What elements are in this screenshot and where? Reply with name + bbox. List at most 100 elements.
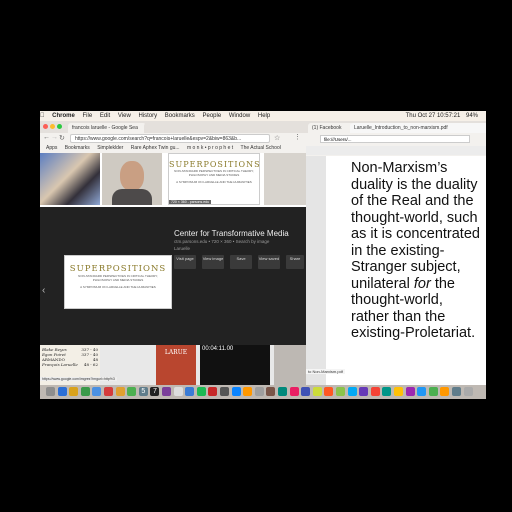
pdf-url[interactable]: file:///Users/... bbox=[320, 135, 470, 143]
dock-app-icon[interactable] bbox=[417, 387, 427, 396]
dock-app-icon[interactable] bbox=[452, 387, 461, 396]
address-toolbar: ← → ↻ https://www.google.com/search?q=fr… bbox=[40, 133, 306, 144]
dock-app-icon[interactable] bbox=[46, 387, 55, 396]
visit-page-button[interactable]: Visit page bbox=[174, 255, 196, 269]
dock-app-icon[interactable] bbox=[394, 387, 403, 396]
dock-app-icon[interactable] bbox=[428, 387, 438, 396]
dock-app-icon[interactable] bbox=[278, 387, 287, 396]
menu-bookmarks[interactable]: Bookmarks bbox=[165, 113, 195, 119]
dock-app-icon[interactable] bbox=[220, 387, 229, 396]
result-tag: Laruelle bbox=[174, 246, 191, 251]
person-thumb[interactable] bbox=[274, 345, 306, 385]
dock-app-icon[interactable] bbox=[301, 387, 311, 396]
view-image-button[interactable]: View image bbox=[202, 255, 224, 269]
url-input[interactable]: https://www.google.com/search?q=francois… bbox=[70, 134, 270, 143]
menu-dots-icon[interactable]: ⋮ bbox=[294, 133, 301, 141]
dock-app-icon[interactable] bbox=[104, 387, 113, 396]
dock-app-icon[interactable] bbox=[359, 387, 369, 396]
dock-app-icon[interactable] bbox=[69, 387, 79, 396]
dock-app-icon[interactable] bbox=[208, 387, 218, 396]
dock-app-icon[interactable] bbox=[173, 387, 183, 396]
book-row: François Laruelle 48 - 62 bbox=[42, 362, 98, 367]
preview-subtitle-3: A SYMPOSIUM ON LARUELLE AND THE HUMANITI… bbox=[80, 285, 156, 289]
view-saved-button[interactable]: View saved bbox=[258, 255, 280, 269]
pdf-file-label: to Non-Marxism.pdf bbox=[306, 369, 345, 374]
book-cover-thumb[interactable]: LARUE bbox=[156, 345, 196, 385]
book-cover-title: LARUE bbox=[164, 349, 188, 356]
dock-app-icon[interactable] bbox=[254, 387, 264, 396]
image-preview-panel: ‹ SUPERPOSITIONS NON-STANDARD PERSPECTIV… bbox=[40, 207, 306, 345]
dock-app-icon[interactable] bbox=[312, 387, 322, 396]
dock-app-icon[interactable] bbox=[370, 387, 380, 396]
reload-icon[interactable]: ↻ bbox=[59, 134, 65, 142]
menu-window[interactable]: Window bbox=[229, 113, 250, 119]
dock-app-icon[interactable] bbox=[185, 387, 195, 396]
bookmark-apps[interactable]: Apps bbox=[46, 145, 57, 151]
bookmark-bookmarks[interactable]: Bookmarks bbox=[65, 145, 90, 151]
menu-history[interactable]: History bbox=[138, 113, 157, 119]
apple-icon[interactable]:  bbox=[40, 113, 45, 119]
dock-app-icon[interactable] bbox=[289, 387, 299, 396]
thumb-next[interactable] bbox=[264, 153, 306, 205]
minimize-window-button[interactable] bbox=[50, 124, 55, 129]
close-window-button[interactable] bbox=[43, 124, 48, 129]
tab-blank[interactable] bbox=[144, 123, 172, 133]
dock-app-icon[interactable] bbox=[92, 387, 102, 396]
quote-line: of the Real and the bbox=[351, 193, 474, 209]
dock-app-icon[interactable]: 7 bbox=[150, 387, 160, 396]
result-title[interactable]: Center for Transformative Media bbox=[174, 229, 289, 238]
dock-app-icon[interactable] bbox=[127, 387, 137, 396]
thumb-superpositions[interactable]: SUPERPOSITIONS NON-STANDARD PERSPECTIVES… bbox=[168, 153, 260, 205]
back-icon[interactable]: ← bbox=[43, 134, 50, 141]
prev-arrow-icon[interactable]: ‹ bbox=[42, 285, 45, 296]
video-thumb[interactable]: 00:04:11.00 bbox=[200, 345, 270, 385]
dock-app-icon[interactable] bbox=[115, 387, 125, 396]
dock-app-icon[interactable] bbox=[231, 387, 241, 396]
dock-app-icon[interactable] bbox=[440, 387, 450, 396]
dock-app-icon[interactable] bbox=[382, 387, 392, 396]
dock-app-icon[interactable] bbox=[336, 387, 345, 396]
menu-app[interactable]: Chrome bbox=[52, 113, 75, 119]
thumb-comic-figures[interactable] bbox=[40, 153, 100, 205]
dock-app-icon[interactable] bbox=[347, 387, 357, 396]
dock-app-icon[interactable] bbox=[57, 387, 67, 396]
bookmark-actual-school[interactable]: The Actual School bbox=[241, 145, 281, 151]
menu-edit[interactable]: Edit bbox=[100, 113, 110, 119]
dock-app-icon[interactable] bbox=[80, 387, 90, 396]
image-results-strip: SUPERPOSITIONS NON-STANDARD PERSPECTIVES… bbox=[40, 153, 306, 207]
dock: 57 bbox=[40, 385, 486, 399]
dock-app-icon[interactable] bbox=[162, 387, 171, 396]
forward-icon[interactable]: → bbox=[51, 134, 58, 141]
dock-app-icon[interactable] bbox=[243, 387, 253, 396]
menu-file[interactable]: File bbox=[83, 113, 93, 119]
menu-help[interactable]: Help bbox=[258, 113, 270, 119]
dock-app-icon[interactable] bbox=[196, 387, 206, 396]
zoom-window-button[interactable] bbox=[57, 124, 62, 129]
dock-app-icon[interactable] bbox=[324, 387, 334, 396]
menu-view[interactable]: View bbox=[118, 113, 131, 119]
star-icon[interactable]: ☆ bbox=[274, 134, 280, 142]
portrait-face bbox=[120, 161, 144, 191]
portrait-shirt bbox=[112, 189, 152, 205]
status-url: https://www.google.com/imgres?imgurl=htt… bbox=[40, 377, 117, 381]
tab-pdf[interactable]: Laruelle_Introduction_to_non-marxism.pdf bbox=[350, 123, 486, 133]
dock-app-icon[interactable] bbox=[463, 387, 473, 396]
quote-line: rather than the bbox=[351, 308, 446, 325]
dock-app-icon[interactable] bbox=[405, 387, 415, 396]
battery-level[interactable]: 94% bbox=[466, 113, 478, 119]
thumb-portrait[interactable] bbox=[102, 153, 162, 205]
bookmark-simpleklder[interactable]: Simpleklder bbox=[97, 145, 123, 151]
bookmark-aphex[interactable]: Rare Aphex Twin gu... bbox=[131, 145, 180, 151]
tab-facebook[interactable]: (1) Facebook bbox=[308, 123, 354, 133]
save-button[interactable]: Save bbox=[230, 255, 252, 269]
menu-people[interactable]: People bbox=[202, 113, 221, 119]
dock-app-icon[interactable]: 5 bbox=[138, 387, 148, 396]
bookmark-monk-prophet[interactable]: m o n k • p r o p h e t bbox=[187, 145, 233, 151]
tab-google-search[interactable]: francois laruelle - Google Sea bbox=[68, 123, 146, 133]
clock[interactable]: Thu Oct 27 10:57:21 bbox=[406, 113, 461, 119]
quote-line: thought-world, such bbox=[351, 209, 478, 226]
dock-app-icon[interactable] bbox=[266, 387, 276, 396]
preview-superpositions[interactable]: SUPERPOSITIONS NON-STANDARD PERSPECTIVES… bbox=[64, 255, 172, 309]
quote-line: Non-Marxism’s bbox=[351, 160, 448, 176]
share-button[interactable]: Share bbox=[286, 255, 304, 269]
